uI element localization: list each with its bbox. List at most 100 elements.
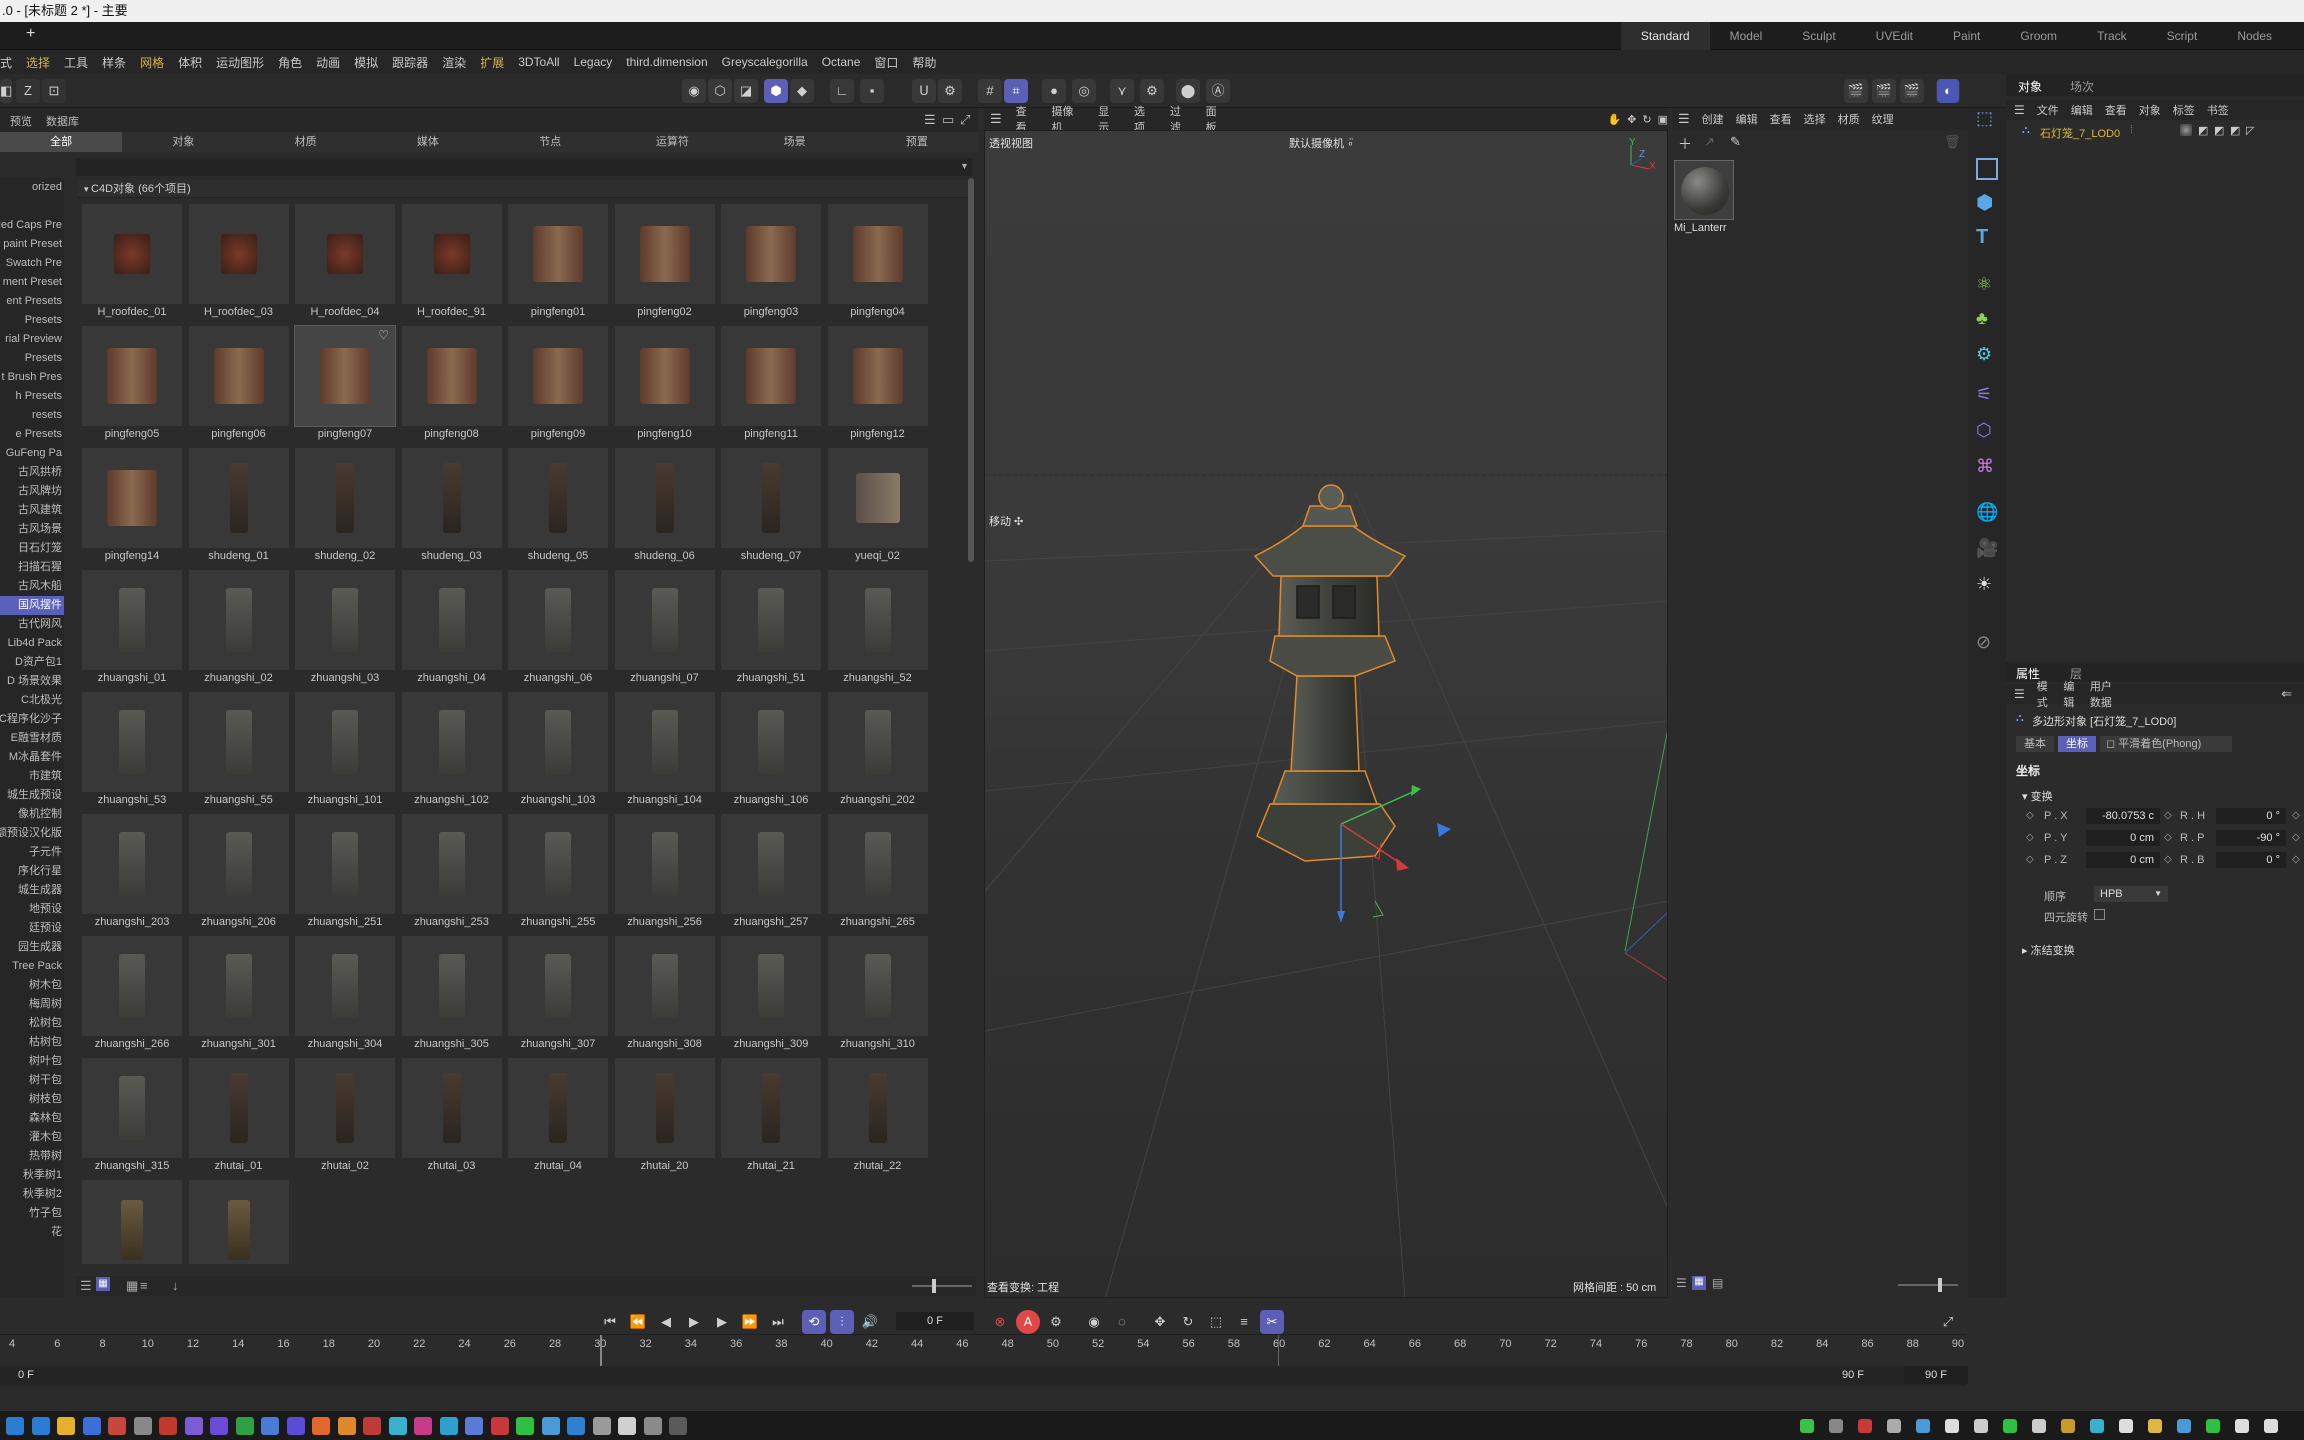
tree-item[interactable]: 热带树	[0, 1147, 64, 1166]
symmetry-icon[interactable]: ⋎	[1110, 79, 1134, 103]
range-start-field[interactable]: 0 F	[18, 1369, 34, 1381]
tree-item[interactable]: 树干包	[0, 1071, 64, 1090]
position-key-icon[interactable]: ✥	[1148, 1310, 1172, 1334]
keyframe-diamond-icon[interactable]: ◇	[2292, 854, 2300, 865]
tray-icon[interactable]	[2090, 1419, 2104, 1433]
tree-item[interactable]: E融雪材质	[0, 729, 64, 748]
tree-item[interactable]: 秋季树1	[0, 1166, 64, 1185]
tree-item[interactable]: e Presets	[0, 425, 64, 444]
expand-icon[interactable]: ⤢	[960, 112, 970, 128]
asset-item[interactable]: zhuangshi_106	[719, 690, 823, 808]
add-material-icon[interactable]: ＋	[1678, 134, 1692, 154]
attr-menu-item[interactable]: 模式	[2037, 678, 2052, 710]
z-axis-button[interactable]: Z	[16, 79, 40, 103]
timeline-ruler[interactable]: 4681012141618202224262830323436384042444…	[0, 1334, 1966, 1367]
goto-start-icon[interactable]: ⏮	[598, 1310, 622, 1334]
viewport-title[interactable]: 透视视图	[989, 135, 1033, 151]
play-icon[interactable]: ▶	[682, 1310, 706, 1334]
object-menu-item[interactable]: 书签	[2207, 102, 2229, 118]
key-settings-icon[interactable]: ⚙	[1044, 1310, 1068, 1334]
tab-materials[interactable]: 材质	[245, 132, 367, 152]
app-icon[interactable]	[159, 1417, 177, 1435]
prev-frame-icon[interactable]: ◀	[654, 1310, 678, 1334]
asset-item[interactable]: zhuangshi_203	[80, 812, 184, 930]
goto-end-icon[interactable]: ⏭	[766, 1310, 790, 1334]
render-view-icon[interactable]: 🎬	[1844, 79, 1868, 103]
layout-tab-sculpt[interactable]: Sculpt	[1782, 22, 1855, 50]
asset-item[interactable]: H_roofdec_03	[187, 202, 291, 320]
group-header[interactable]: ▾ C4D对象 (66个项目)	[78, 180, 968, 198]
effector-icon[interactable]: ⚙	[1976, 344, 1998, 366]
loop-icon[interactable]: ⟲	[802, 1310, 826, 1334]
environment-icon[interactable]: 🌐	[1976, 502, 1998, 524]
asset-item[interactable]: zhuangshi_315	[80, 1056, 184, 1174]
tab-scenes[interactable]: 场景	[734, 132, 856, 152]
texture-mode-icon[interactable]: ◆	[790, 79, 814, 103]
render-icon[interactable]: Ⓐ	[1206, 79, 1230, 103]
solo-icon[interactable]: ▪	[860, 79, 884, 103]
tree-item[interactable]: 树木包	[0, 976, 64, 995]
layout-tab-nodes[interactable]: Nodes	[2217, 22, 2292, 50]
sort-icon[interactable]: ≡	[140, 1278, 148, 1293]
model-mode-icon[interactable]: ⬢	[764, 79, 788, 103]
position-field[interactable]: 0 cm	[2086, 830, 2160, 846]
asset-item[interactable]: zhuangshi_51	[719, 568, 823, 686]
tree-item[interactable]: Lib4d Pack	[0, 634, 64, 653]
file-explorer-icon[interactable]	[57, 1417, 75, 1435]
tray-icon[interactable]	[1916, 1419, 1930, 1433]
asset-item[interactable]: pingfeng12	[826, 324, 930, 442]
app-icon[interactable]	[618, 1417, 636, 1435]
asset-item[interactable]: zhutai_03	[400, 1056, 504, 1174]
camera-icon[interactable]: 🎥	[1976, 538, 1998, 560]
asset-item[interactable]	[80, 1178, 184, 1264]
premiere-icon[interactable]	[210, 1417, 228, 1435]
asset-item[interactable]: zhuangshi_104	[613, 690, 717, 808]
menu-item[interactable]: 模拟	[354, 54, 378, 71]
app-icon[interactable]	[388, 1417, 407, 1435]
asset-item[interactable]: zhuangshi_03	[293, 568, 397, 686]
asset-item[interactable]: zhuangshi_07	[613, 568, 717, 686]
tree-item[interactable]: 城生成预设	[0, 786, 64, 805]
phong-tag-icon[interactable]: ◸	[2246, 124, 2254, 137]
grid-scrollbar[interactable]	[968, 178, 974, 562]
deformer-icon[interactable]: ⚟	[1976, 384, 1998, 406]
edge-mode-icon[interactable]: ⬡	[708, 79, 732, 103]
tree-item[interactable]: 花	[0, 1223, 64, 1242]
app-icon[interactable]	[490, 1417, 509, 1435]
motion-icon[interactable]: ◌	[1110, 1310, 1134, 1334]
cube-outline-icon[interactable]	[1976, 158, 1998, 180]
spline-icon[interactable]: ⌘	[1976, 456, 1998, 478]
preview-range-icon[interactable]: ⫶	[830, 1310, 854, 1334]
symmetry-settings-icon[interactable]: ⚙	[1140, 79, 1164, 103]
asset-item[interactable]: pingfeng08	[400, 324, 504, 442]
tab-operators[interactable]: 运算符	[611, 132, 733, 152]
tree-item[interactable]: 树枝包	[0, 1090, 64, 1109]
app-icon[interactable]	[363, 1417, 381, 1435]
layout-tab-standard[interactable]: Standard	[1620, 22, 1710, 50]
asset-item[interactable]: pingfeng03	[719, 202, 823, 320]
tree-item[interactable]: 秋季树2	[0, 1185, 64, 1204]
asset-item[interactable]: zhuangshi_257	[719, 812, 823, 930]
render-region-icon[interactable]: ⬤	[1176, 79, 1200, 103]
tab-nodes[interactable]: 节点	[489, 132, 611, 152]
browser-search-input[interactable]	[76, 158, 972, 176]
menu-item[interactable]: 式	[0, 54, 12, 71]
cloner-icon[interactable]: ⚛	[1976, 274, 1998, 296]
tree-item[interactable]: resets	[0, 406, 64, 425]
asset-item[interactable]: zhuangshi_103	[506, 690, 610, 808]
tree-item[interactable]: 国风摆件	[0, 596, 64, 615]
field-icon[interactable]: ⬡	[1976, 420, 1998, 442]
autokey-icon[interactable]: A	[1016, 1310, 1040, 1334]
tree-item[interactable]: 地预设	[0, 900, 64, 919]
asset-item[interactable]: zhuangshi_255	[506, 812, 610, 930]
tree-item[interactable]: Swatch Pre	[0, 254, 64, 273]
light-icon[interactable]: ☀	[1976, 574, 1998, 596]
timeline-expand-icon[interactable]: ⤢	[1936, 1310, 1960, 1334]
asset-item[interactable]: zhuangshi_305	[400, 934, 504, 1052]
wechat-icon[interactable]	[516, 1417, 534, 1435]
tray-icon[interactable]	[2003, 1419, 2017, 1433]
tray-icon[interactable]	[1829, 1419, 1843, 1433]
asset-item[interactable]: pingfeng02	[613, 202, 717, 320]
tree-item[interactable]: Presets	[0, 349, 64, 368]
visibility-icon[interactable]: ⁞	[2130, 124, 2133, 136]
